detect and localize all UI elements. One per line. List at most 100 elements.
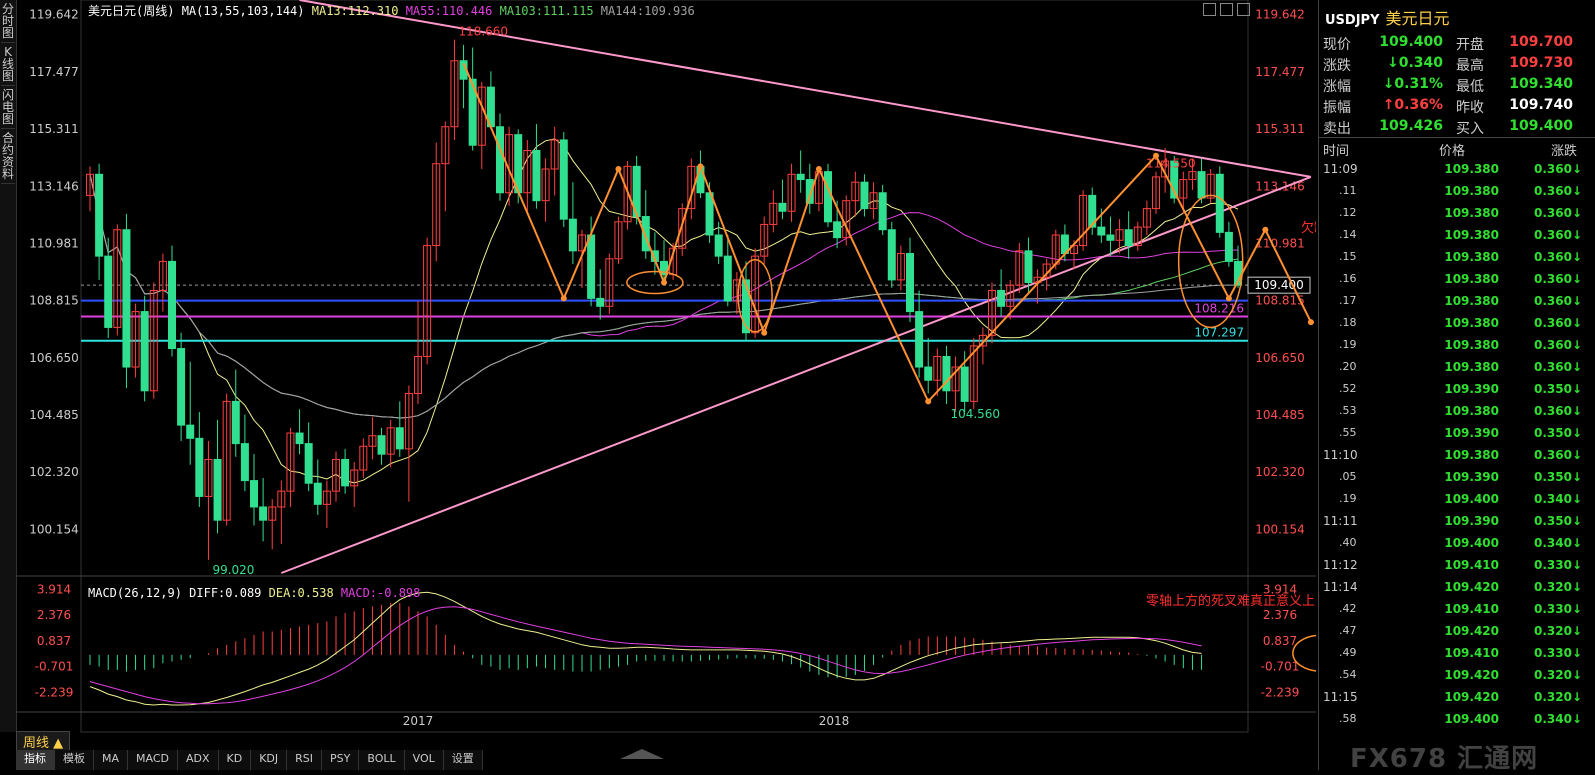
- candle-body: [377, 435, 386, 455]
- tick-time: .52: [1339, 382, 1357, 395]
- tab-psy[interactable]: PSY: [322, 750, 360, 770]
- tick-change: 0.360↓: [1533, 272, 1582, 286]
- candle-body: [395, 427, 404, 450]
- symbol-code: USDJPY: [1325, 13, 1380, 28]
- price-axis-left-label: 113.146: [29, 179, 79, 193]
- tick-change: 0.360↓: [1533, 448, 1582, 462]
- candle-body: [240, 443, 249, 482]
- tick-time: 11:12: [1323, 558, 1358, 572]
- tab-template[interactable]: 模板: [55, 750, 94, 770]
- tick-time: .58: [1339, 712, 1357, 725]
- maximize-icon[interactable]: [1220, 3, 1233, 16]
- tick-price: 109.380: [1444, 250, 1499, 264]
- candle-body: [833, 221, 842, 239]
- quote-row: 卖出 109.426 买入 109.400: [1319, 116, 1595, 137]
- price-axis-right-label: 106.650: [1255, 351, 1305, 365]
- swing-arrowhead: [925, 398, 932, 405]
- swing-arrowhead: [1153, 152, 1159, 159]
- tab-settings[interactable]: 设置: [443, 750, 483, 770]
- tab-indicator[interactable]: 指标: [16, 750, 55, 770]
- tick-time: 11:14: [1323, 580, 1358, 594]
- period-selector[interactable]: 周线 ▲: [16, 730, 71, 752]
- candle-body: [878, 192, 887, 231]
- tick-time: 11:15: [1323, 690, 1358, 704]
- note-macd: 零轴上方的死叉难真正意义上开启暴跌: [1146, 593, 1316, 609]
- quote-label: 现价: [1323, 37, 1351, 53]
- tick-price: 109.420: [1444, 690, 1499, 704]
- tab-kline[interactable]: K线图: [1, 43, 15, 86]
- tick-change: 0.350↓: [1533, 382, 1582, 396]
- quote-value: 109.700: [1509, 34, 1573, 50]
- tick-header: 时间 价格 涨跌: [1319, 137, 1595, 159]
- quote-value: ↓0.340: [1386, 55, 1443, 71]
- candle-body: [915, 311, 924, 368]
- macd-axis-right-label: -0.701: [1261, 660, 1300, 674]
- tick-time: .18: [1339, 316, 1357, 329]
- tick-row: .19 109.380 0.360↓: [1319, 335, 1595, 357]
- tab-kd[interactable]: KD: [218, 750, 252, 770]
- swing-arrowhead: [1225, 295, 1232, 302]
- tick-price: 109.390: [1444, 470, 1499, 484]
- candle-body: [906, 252, 914, 313]
- tick-price: 109.410: [1444, 602, 1499, 616]
- macd-axis-right-label: 0.837: [1263, 634, 1297, 648]
- level-label: 108.216: [1194, 301, 1244, 315]
- low-label-104: 104.560: [950, 407, 1000, 421]
- tab-flash[interactable]: 闪电图: [1, 86, 15, 129]
- swing-arrowhead: [697, 163, 704, 170]
- x-label-2017: 2017: [403, 714, 434, 728]
- tick-change: 0.360↓: [1533, 184, 1582, 198]
- kline-chart[interactable]: 119.642 119.642 117.477 117.477 115.311 115.3…: [16, 0, 1316, 733]
- tab-contract-info[interactable]: 合约资料: [1, 129, 15, 184]
- tick-price: 109.380: [1444, 404, 1499, 418]
- candle-body: [1097, 226, 1106, 236]
- candle-body: [887, 229, 896, 281]
- tab-boll[interactable]: BOLL: [359, 750, 405, 770]
- candle-body: [532, 150, 541, 202]
- ma13-value: MA13:112.310: [311, 4, 399, 18]
- swing-arrowhead: [815, 165, 822, 172]
- restore-icon[interactable]: [1203, 3, 1216, 16]
- tab-rsi[interactable]: RSI: [287, 750, 323, 770]
- tick-time: .47: [1339, 624, 1357, 637]
- macd-legend: MACD(26,12,9) DIFF:0.089 DEA:0.538 MACD:…: [88, 586, 420, 600]
- dea-value: DEA:0.538: [268, 586, 334, 600]
- tab-macd[interactable]: MACD: [128, 750, 178, 770]
- macd-diff-line: [89, 591, 1202, 706]
- ma-params: MA(13,55,103,144): [181, 4, 305, 18]
- price-axis-left-label: 117.477: [29, 65, 79, 79]
- tab-timeshare[interactable]: 分时图: [1, 0, 15, 43]
- close-icon[interactable]: [1237, 3, 1250, 16]
- candle-body: [259, 506, 268, 521]
- price-axis-left-label: 110.981: [29, 236, 79, 250]
- tick-price: 109.400: [1444, 712, 1499, 726]
- tick-price: 109.420: [1444, 624, 1499, 638]
- watermark-logo: FX678 汇通网: [1350, 744, 1539, 774]
- tick-row: .20 109.380 0.360↓: [1319, 357, 1595, 379]
- scroll-up-icon[interactable]: [620, 749, 664, 759]
- macd-axis-right-label: 2.376: [1263, 608, 1297, 622]
- macd-value: MACD:-0.898: [340, 586, 421, 600]
- swing-arrowhead: [761, 329, 768, 336]
- candle-body: [213, 458, 222, 521]
- quote-label: 最高: [1456, 58, 1484, 74]
- quote-panel: USDJPY 美元日元 现价 109.400 开盘 109.700 涨跌 ↓0.340 最高 1…: [1318, 0, 1595, 770]
- tick-time: .15: [1339, 250, 1357, 263]
- candle-body: [1024, 250, 1033, 284]
- price-axis-right-label: 115.311: [1255, 122, 1305, 136]
- candle-body: [195, 437, 204, 497]
- tick-row: .05 109.390 0.350↓: [1319, 467, 1595, 489]
- tick-header-time: 时间: [1323, 144, 1350, 159]
- tick-change: 0.340↓: [1533, 712, 1582, 726]
- tab-kdj[interactable]: KDJ: [251, 750, 288, 770]
- tick-time: .49: [1339, 646, 1357, 659]
- tab-vol[interactable]: VOL: [404, 750, 444, 770]
- panel-title: USDJPY 美元日元: [1325, 5, 1450, 29]
- candle-body: [1106, 234, 1115, 241]
- period-bar: 周线 ▲: [16, 730, 71, 752]
- tab-adx[interactable]: ADX: [178, 750, 219, 770]
- tick-row: .49 109.410 0.330↓: [1319, 643, 1595, 665]
- quote-label: 振幅: [1323, 100, 1351, 116]
- tab-ma[interactable]: MA: [94, 750, 129, 770]
- diff-value: DIFF:0.089: [189, 586, 262, 600]
